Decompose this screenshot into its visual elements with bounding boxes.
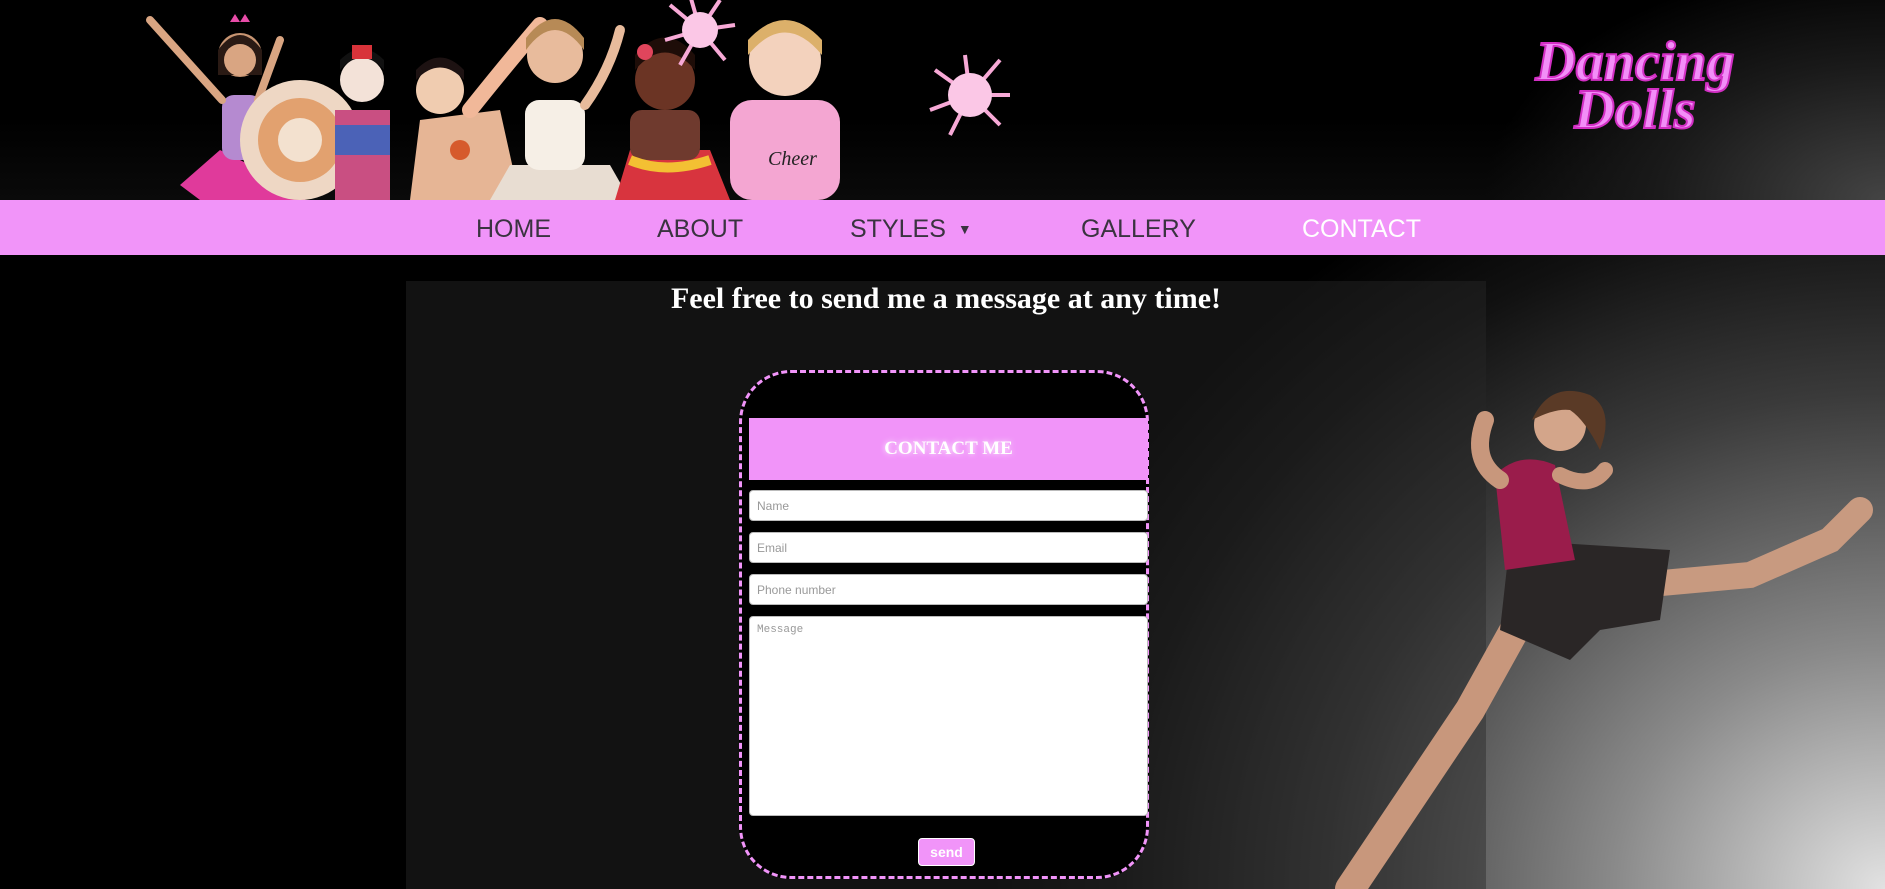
nav-about-label: ABOUT — [657, 215, 744, 243]
message-field[interactable] — [749, 616, 1148, 816]
dolls-banner-image: Cheer — [146, 0, 1010, 200]
contact-form: CONTACT ME send — [739, 370, 1149, 879]
name-field[interactable] — [749, 490, 1148, 521]
chevron-down-icon: ▼ — [957, 221, 972, 237]
page-headline: Feel free to send me a message at any ti… — [670, 282, 1222, 315]
nav-home[interactable]: HOME — [476, 200, 551, 255]
nav-gallery[interactable]: GALLERY — [1081, 200, 1196, 255]
nav-contact[interactable]: CONTACT — [1302, 200, 1421, 255]
form-title: CONTACT ME — [749, 418, 1148, 480]
svg-text:Cheer: Cheer — [768, 148, 817, 170]
phone-field[interactable] — [749, 574, 1148, 605]
logo-line-2: Dolls — [1573, 79, 1695, 138]
dancing-dolls-logo: Dancing Dolls — [1533, 30, 1735, 138]
main-nav: HOME ABOUT STYLES ▼ GALLERY CONTACT — [0, 200, 1885, 255]
email-field[interactable] — [749, 532, 1148, 563]
nav-contact-label: CONTACT — [1302, 215, 1421, 243]
nav-gallery-label: GALLERY — [1081, 215, 1196, 243]
nav-about[interactable]: ABOUT — [657, 200, 743, 255]
send-button[interactable]: send — [918, 838, 975, 866]
dancer-photo — [1335, 390, 1873, 889]
header-banner: Cheer Dancing Dolls — [0, 0, 1885, 200]
nav-styles[interactable]: STYLES ▼ — [850, 200, 972, 255]
nav-styles-label: STYLES — [850, 215, 946, 243]
nav-home-label: HOME — [476, 215, 551, 243]
